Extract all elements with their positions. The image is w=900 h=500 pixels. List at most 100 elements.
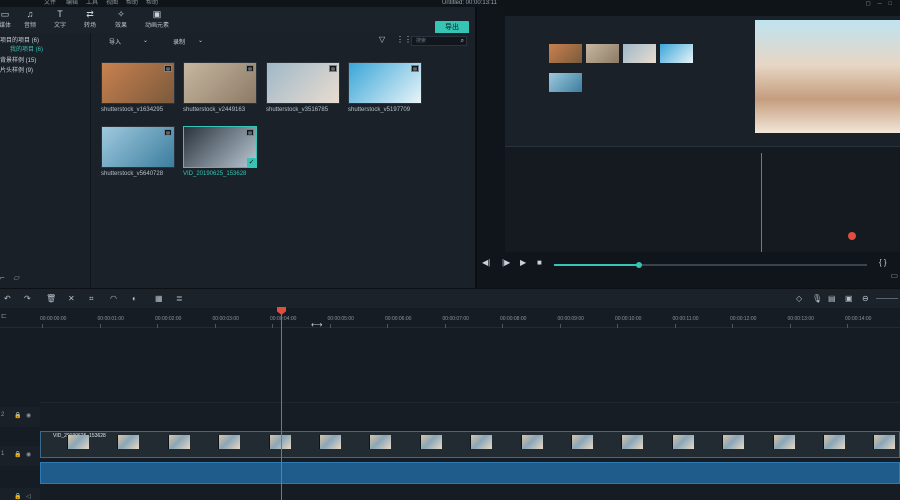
mic-icon[interactable]: 🎙 bbox=[812, 294, 822, 303]
lock-icon[interactable]: 🔒 bbox=[14, 412, 21, 419]
clip-frame bbox=[470, 435, 493, 449]
preview-screen bbox=[505, 9, 900, 252]
menu-tools[interactable]: 工具 bbox=[86, 0, 98, 6]
folder-icon[interactable]: ▱ bbox=[14, 273, 20, 282]
snapshot-icon[interactable]: ▭ bbox=[890, 271, 898, 280]
import-dropdown-icon[interactable]: ⌄ bbox=[143, 37, 148, 44]
tab-text[interactable]: T 文字 bbox=[43, 9, 77, 29]
clip-frame bbox=[419, 435, 442, 449]
search-icon: ⌕ bbox=[460, 38, 464, 44]
record-dropdown-icon[interactable]: ⌄ bbox=[198, 37, 203, 44]
speed-icon[interactable]: ◠ bbox=[110, 294, 117, 303]
ruler-tick-label: 00:00:00:00 bbox=[40, 316, 67, 322]
search-input[interactable]: 搜索 ⌕ bbox=[411, 36, 467, 46]
menu-help[interactable]: 帮助 bbox=[126, 0, 138, 6]
playback-controls: ◀| |▶ ▶ ■ { } bbox=[477, 252, 900, 276]
clip-frame bbox=[823, 435, 845, 449]
menu-bar: 文件 编辑 工具 视图 帮助 帮助 Untitled: 00:00:13:11 … bbox=[0, 0, 900, 7]
shield-icon[interactable]: ◇ bbox=[796, 294, 802, 303]
media-thumbnail-label: shutterstock_v1634295 bbox=[101, 107, 164, 113]
filter-icon[interactable]: ▽ bbox=[379, 35, 385, 44]
progress-handle[interactable] bbox=[635, 262, 642, 268]
sidebar-item-intros[interactable]: 片头样例 (9) bbox=[0, 65, 33, 74]
media-thumbnail-label: shutterstock_v2449163 bbox=[183, 107, 246, 113]
crop-icon[interactable]: ⌗ bbox=[89, 294, 94, 304]
media-thumbnail[interactable]: ▤ ✓ bbox=[183, 126, 257, 168]
window-controls: ◻ ─ □ bbox=[866, 0, 892, 7]
cut-icon[interactable]: ✕ bbox=[68, 294, 75, 303]
text-icon: T bbox=[57, 9, 63, 19]
zoom-out-icon[interactable]: ⊖ bbox=[862, 294, 869, 303]
video-badge-icon: ▤ bbox=[164, 65, 172, 72]
sidebar-item-project[interactable]: 项目的项目 (6) bbox=[0, 35, 39, 44]
speaker-icon[interactable]: ◁ bbox=[26, 493, 31, 500]
media-thumbnail[interactable]: ▤ bbox=[101, 126, 175, 168]
menu-file[interactable]: 文件 bbox=[44, 0, 56, 6]
stop-icon[interactable]: ■ bbox=[537, 258, 542, 267]
play-icon[interactable]: ▶ bbox=[520, 258, 526, 267]
voiceover-icon[interactable]: ▤ bbox=[828, 294, 836, 303]
window-title: Untitled: 00:00:13:11 bbox=[442, 0, 497, 6]
playhead-line[interactable] bbox=[281, 312, 282, 500]
step-back-icon[interactable]: ◀| bbox=[482, 258, 490, 267]
playback-progress[interactable] bbox=[554, 262, 867, 268]
green-screen-icon[interactable]: ▦ bbox=[155, 294, 163, 303]
lock-icon[interactable]: 🔒 bbox=[14, 451, 21, 458]
clip-frame bbox=[722, 435, 745, 449]
media-thumbnail[interactable]: ▤ bbox=[101, 62, 175, 104]
delete-icon[interactable]: 🗑 bbox=[46, 294, 56, 303]
clip-frame bbox=[671, 435, 694, 449]
clip-frame bbox=[571, 435, 593, 449]
new-folder-icon[interactable]: ⌐ bbox=[0, 273, 5, 282]
undo-icon[interactable]: ↶ bbox=[4, 294, 11, 303]
sidebar-item-my-project[interactable]: 我的项目 (6) bbox=[10, 44, 43, 53]
media-thumbnail[interactable]: ▤ bbox=[183, 62, 257, 104]
clip-frame bbox=[772, 435, 795, 449]
ruler-tick-label: 00:00:09:00 bbox=[557, 316, 584, 322]
play-back-icon[interactable]: |▶ bbox=[502, 258, 510, 267]
color-icon[interactable]: ◐ bbox=[132, 294, 137, 303]
media-thumbnail-label: VID_20190625_153628 bbox=[183, 171, 247, 177]
sidebar-item-backgrounds[interactable]: 背景样例 (15) bbox=[0, 55, 36, 64]
track-header-1: 1 🔒 ◉ bbox=[0, 446, 40, 466]
zoom-slider[interactable] bbox=[876, 298, 898, 299]
preview-video-frame bbox=[505, 9, 900, 252]
split-screen-icon[interactable]: ▣ bbox=[845, 294, 853, 303]
track-row-2[interactable] bbox=[40, 402, 900, 428]
audio-clip[interactable] bbox=[40, 462, 900, 484]
media-thumbnail[interactable]: ▤ bbox=[348, 62, 422, 104]
video-badge-icon: ▤ bbox=[246, 65, 254, 72]
menu-help-2[interactable]: 帮助 bbox=[146, 0, 158, 6]
eye-icon[interactable]: ◉ bbox=[26, 451, 31, 458]
menu-view[interactable]: 视图 bbox=[106, 0, 118, 6]
timeline-ruler[interactable]: ⊏ 00:00:00:00 00:00:01:00 00:00:02:00 00:00… bbox=[0, 308, 900, 329]
tab-elements[interactable]: ▣ 动画元素 bbox=[140, 9, 174, 29]
nested-preview-image bbox=[755, 20, 900, 133]
nested-media-panel bbox=[505, 16, 745, 146]
video-badge-icon: ▤ bbox=[246, 129, 254, 136]
media-thumbnail-label: shutterstock_v5640728 bbox=[101, 171, 164, 177]
ruler-tick-label: 00:00:14:00 bbox=[845, 316, 872, 322]
effects-icon: ✧ bbox=[117, 9, 125, 19]
tab-transition[interactable]: ⇄ 转场 bbox=[73, 9, 107, 29]
redo-icon[interactable]: ↷ bbox=[24, 294, 31, 303]
media-thumbnail-label: shutterstock_v5197709 bbox=[348, 107, 411, 113]
import-button[interactable]: 导入 bbox=[109, 37, 121, 46]
tab-effects[interactable]: ✧ 效果 bbox=[104, 9, 138, 29]
video-clip[interactable]: VID_20190625_153628 bbox=[40, 431, 900, 458]
empty-track-area[interactable] bbox=[40, 328, 900, 402]
audio-adjust-icon[interactable]: ≣ bbox=[176, 294, 183, 303]
brackets-icon[interactable]: { } bbox=[879, 258, 887, 267]
grid-view-icon[interactable]: ⋮⋮ bbox=[396, 35, 412, 44]
nested-timeline bbox=[505, 146, 900, 252]
record-button[interactable]: 录制 bbox=[173, 37, 185, 46]
menu-edit[interactable]: 编辑 bbox=[66, 0, 78, 6]
tab-audio[interactable]: ♫ 音频 bbox=[13, 9, 47, 29]
sidebar-footer: ⌐ ▱ bbox=[0, 273, 20, 282]
ruler-tick-label: 00:00:03:00 bbox=[212, 316, 239, 322]
ruler-settings-icon[interactable]: ⊏ bbox=[1, 312, 7, 320]
media-thumbnail[interactable]: ▤ bbox=[266, 62, 340, 104]
lock-icon[interactable]: 🔒 bbox=[14, 493, 21, 500]
ruler-tick-label: 00:00:10:00 bbox=[615, 316, 642, 322]
eye-icon[interactable]: ◉ bbox=[26, 412, 31, 419]
